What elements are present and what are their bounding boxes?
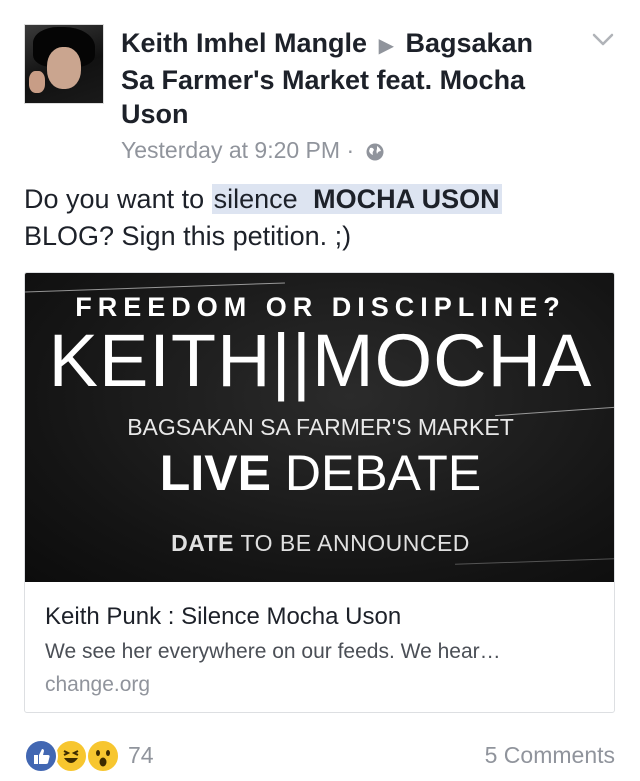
author-avatar[interactable]: [24, 24, 104, 104]
banner-venue: BAGSAKAN SA FARMER'S MARKET: [127, 414, 514, 440]
chevron-down-icon[interactable]: [590, 30, 616, 50]
link-preview-card[interactable]: FREEDOM OR DISCIPLINE? KEITH||MOCHA BAGS…: [24, 272, 615, 713]
post-text-prefix: Do you want to: [24, 184, 212, 214]
post-text: Do you want to silence MOCHA USON BLOG? …: [24, 181, 614, 255]
avatar-face: [47, 47, 81, 89]
highlight-silence[interactable]: silence: [211, 184, 300, 214]
post-text-blog: BLOG: [24, 221, 100, 251]
banner-names: KEITH||MOCHA: [48, 319, 593, 402]
banner-date: DATE TO BE ANNOUNCED: [25, 530, 614, 557]
post-timestamp[interactable]: Yesterday at 9:20 PM: [121, 137, 340, 163]
meta-separator: ·: [346, 137, 355, 163]
comments-link[interactable]: 5 Comments: [485, 742, 615, 769]
banner-date-value: TO BE ANNOUNCED: [240, 530, 470, 556]
wow-icon: [86, 739, 120, 773]
like-icon: [24, 739, 58, 773]
banner-live-debate: LIVE DEBATE: [25, 443, 614, 503]
post-footer: 74 5 Comments: [24, 737, 615, 773]
reaction-count: 74: [128, 742, 154, 768]
haha-icon: [54, 739, 88, 773]
light-streak: [455, 558, 614, 565]
link-preview-image[interactable]: FREEDOM OR DISCIPLINE? KEITH||MOCHA BAGS…: [25, 273, 614, 582]
avatar-hand: [29, 71, 45, 93]
post-text-suffix: ? Sign this petition. ;): [99, 221, 352, 251]
share-arrow-icon: ▶: [378, 35, 394, 57]
highlight-mocha-uson[interactable]: MOCHA USON: [311, 184, 502, 214]
link-domain: change.org: [45, 673, 151, 696]
link-title[interactable]: Keith Punk : Silence Mocha Uson: [45, 603, 401, 631]
banner-debate: DEBATE: [284, 445, 482, 501]
post-meta: Yesterday at 9:20 PM ·: [121, 137, 385, 164]
globe-icon: [366, 143, 384, 161]
link-description: We see her everywhere on our feeds. We h…: [45, 640, 501, 663]
banner-live: LIVE: [159, 445, 271, 501]
post-header: Keith Imhel Mangle ▶ Bagsakan Sa Farmer'…: [121, 26, 561, 131]
author-name[interactable]: Keith Imhel Mangle: [121, 28, 367, 58]
banner-date-label: DATE: [171, 530, 234, 556]
